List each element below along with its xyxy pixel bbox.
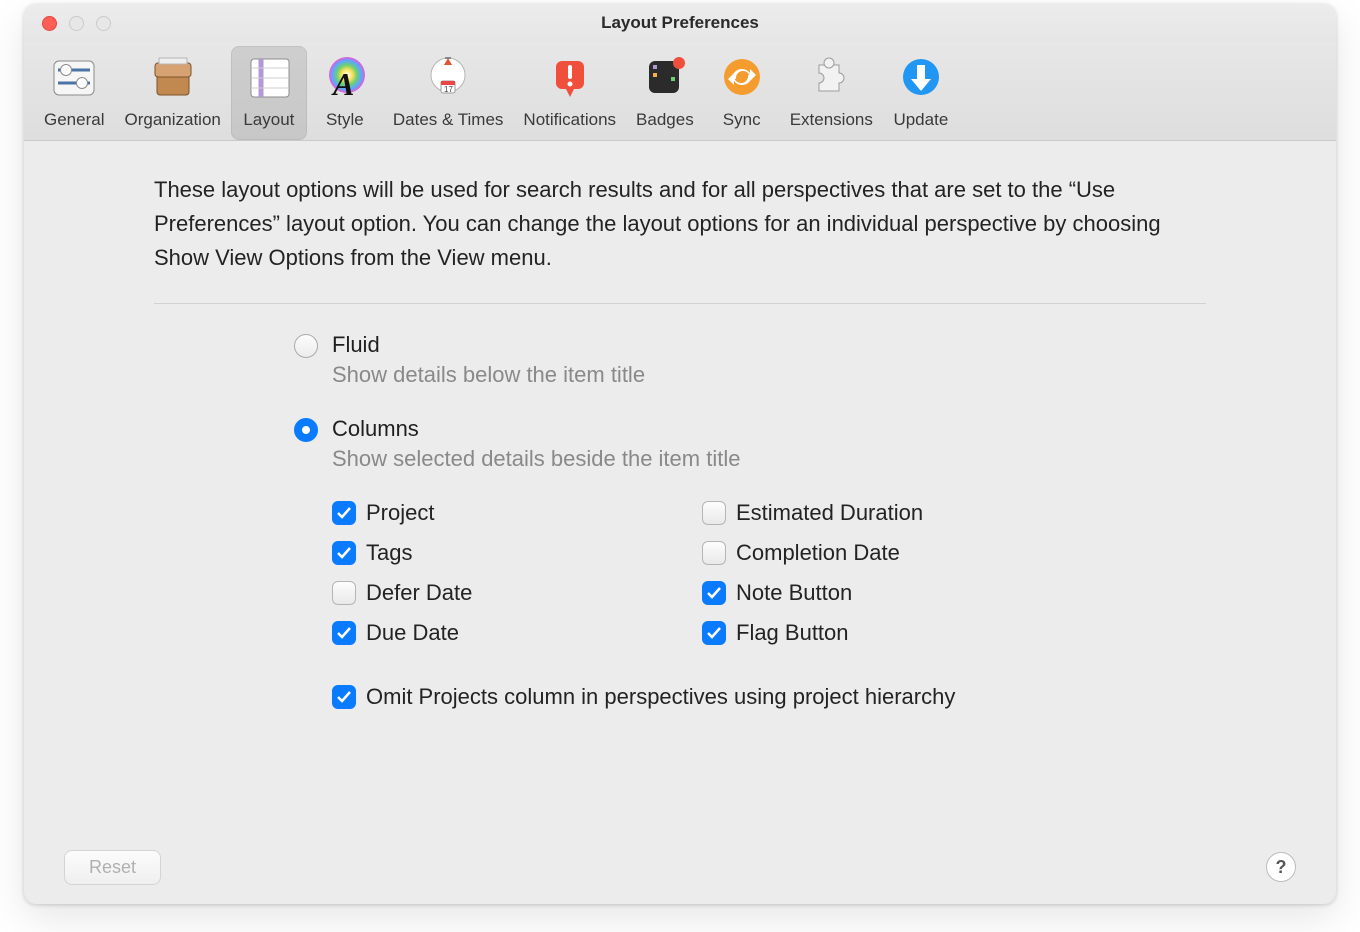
sync-icon xyxy=(714,52,770,104)
badge-icon xyxy=(637,52,693,104)
drawer-icon xyxy=(145,52,201,104)
tab-label: Update xyxy=(893,110,948,130)
completion-date-checkbox[interactable] xyxy=(702,541,726,565)
fluid-radio[interactable] xyxy=(294,334,318,358)
preferences-toolbar: General Organization xyxy=(24,42,1336,141)
close-icon[interactable] xyxy=(42,16,57,31)
due-date-checkbox[interactable] xyxy=(332,621,356,645)
fluid-sub: Show details below the item title xyxy=(332,362,645,388)
omit-projects-checkbox[interactable] xyxy=(332,685,356,709)
tab-sync[interactable]: Sync xyxy=(704,46,780,140)
estimated-duration-checkbox[interactable] xyxy=(702,501,726,525)
columns-sub: Show selected details beside the item ti… xyxy=(332,446,740,472)
style-icon: A xyxy=(317,52,373,104)
tab-extensions[interactable]: Extensions xyxy=(780,46,883,140)
content-pane: These layout options will be used for se… xyxy=(24,141,1336,904)
due-date-label: Due Date xyxy=(366,620,459,646)
tab-layout[interactable]: Layout xyxy=(231,46,307,140)
columns-grid: Project Estimated Duration Tags Completi… xyxy=(332,500,1206,646)
tab-label: Dates & Times xyxy=(393,110,504,130)
svg-text:A: A xyxy=(331,66,354,101)
columns-label: Columns xyxy=(332,416,740,442)
option-fluid: Fluid Show details below the item title xyxy=(294,332,1206,388)
tab-label: Sync xyxy=(723,110,761,130)
tab-style[interactable]: A Style xyxy=(307,46,383,140)
defer-date-label: Defer Date xyxy=(366,580,472,606)
separator xyxy=(154,303,1206,304)
tab-organization[interactable]: Organization xyxy=(114,46,230,140)
flag-button-checkbox[interactable] xyxy=(702,621,726,645)
flag-button-label: Flag Button xyxy=(736,620,849,646)
tags-label: Tags xyxy=(366,540,412,566)
columns-radio[interactable] xyxy=(294,418,318,442)
defer-date-checkbox[interactable] xyxy=(332,581,356,605)
tab-badges[interactable]: Badges xyxy=(626,46,704,140)
tab-general[interactable]: General xyxy=(34,46,114,140)
tags-checkbox[interactable] xyxy=(332,541,356,565)
svg-text:17: 17 xyxy=(444,85,453,94)
tab-label: General xyxy=(44,110,104,130)
reset-button[interactable]: Reset xyxy=(64,850,161,885)
help-button[interactable]: ? xyxy=(1266,852,1296,882)
omit-label: Omit Projects column in perspectives usi… xyxy=(366,684,955,710)
project-checkbox[interactable] xyxy=(332,501,356,525)
layout-icon xyxy=(241,52,297,104)
fluid-label: Fluid xyxy=(332,332,645,358)
notification-icon xyxy=(542,52,598,104)
tab-label: Style xyxy=(326,110,364,130)
tab-notifications[interactable]: Notifications xyxy=(513,46,626,140)
maximize-icon[interactable] xyxy=(96,16,111,31)
option-columns: Columns Show selected details beside the… xyxy=(294,416,1206,472)
completion-date-label: Completion Date xyxy=(736,540,900,566)
note-button-label: Note Button xyxy=(736,580,852,606)
tab-label: Layout xyxy=(243,110,294,130)
tab-dates[interactable]: 17 Dates & Times xyxy=(383,46,514,140)
sliders-icon xyxy=(46,52,102,104)
omit-row: Omit Projects column in perspectives usi… xyxy=(332,684,1206,710)
tab-label: Organization xyxy=(124,110,220,130)
estimated-duration-label: Estimated Duration xyxy=(736,500,923,526)
minimize-icon[interactable] xyxy=(69,16,84,31)
tab-label: Extensions xyxy=(790,110,873,130)
description-text: These layout options will be used for se… xyxy=(154,173,1206,275)
project-label: Project xyxy=(366,500,434,526)
puzzle-icon xyxy=(803,52,859,104)
tab-label: Notifications xyxy=(523,110,616,130)
window-controls xyxy=(42,16,111,31)
footer: Reset ? xyxy=(24,830,1336,904)
preferences-window: Layout Preferences General xyxy=(24,4,1336,904)
download-icon xyxy=(893,52,949,104)
note-button-checkbox[interactable] xyxy=(702,581,726,605)
titlebar: Layout Preferences xyxy=(24,4,1336,42)
calendar-icon: 17 xyxy=(420,52,476,104)
tab-update[interactable]: Update xyxy=(883,46,959,140)
window-title: Layout Preferences xyxy=(24,13,1336,33)
tab-label: Badges xyxy=(636,110,694,130)
